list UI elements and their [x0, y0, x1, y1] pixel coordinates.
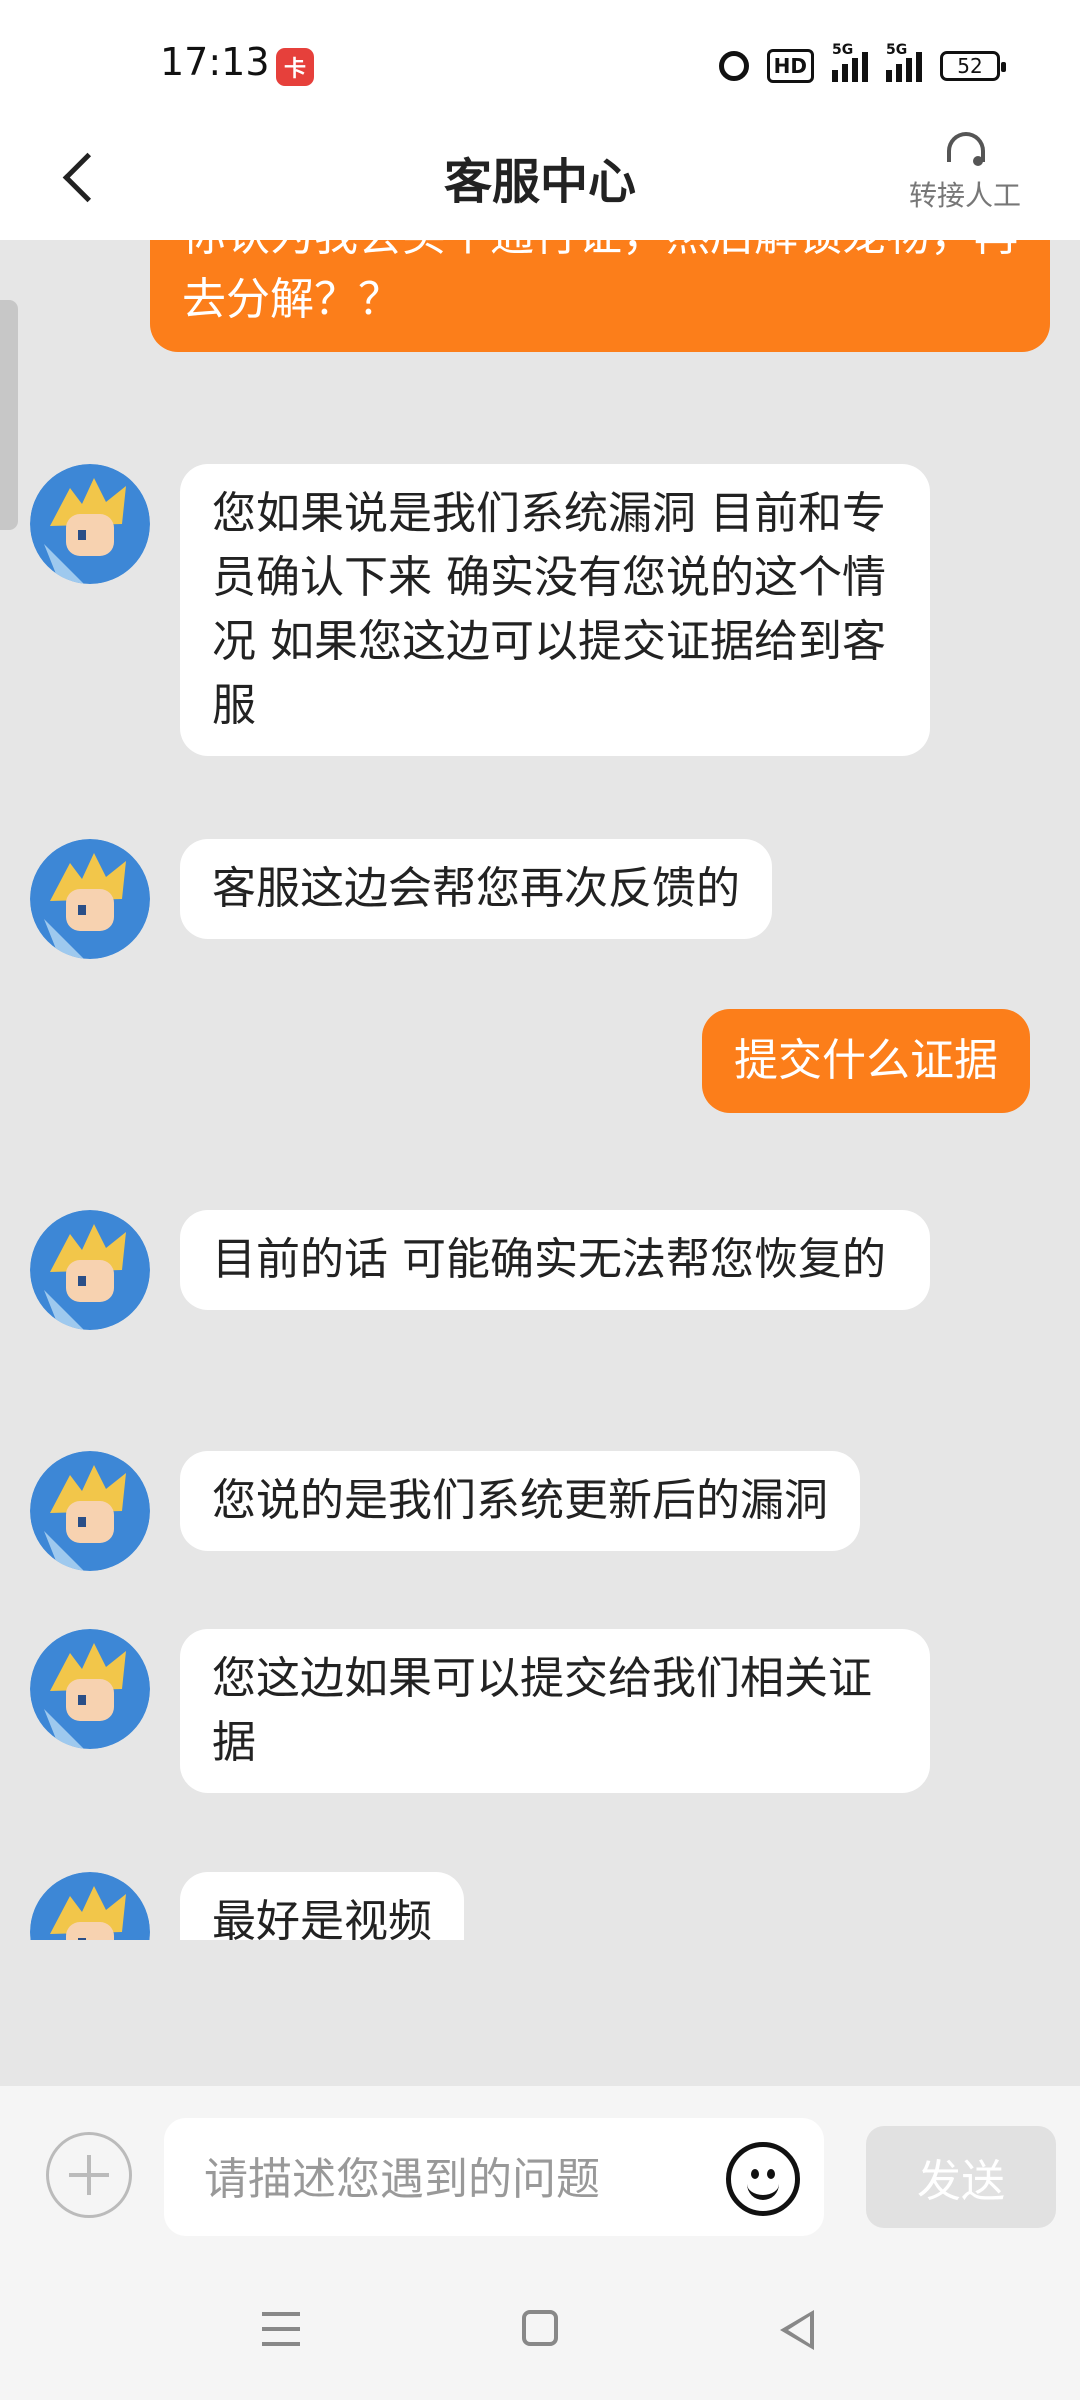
transfer-human-button[interactable]: 转接人工: [900, 128, 1030, 214]
user-message: 提交什么证据: [702, 1009, 1030, 1113]
transfer-label: 转接人工: [908, 179, 1021, 212]
agent-message: 客服这边会帮您再次反馈的: [180, 839, 772, 939]
send-button[interactable]: 发送: [866, 2126, 1056, 2228]
message-input[interactable]: [202, 2148, 726, 2210]
signal-icon: 5G: [886, 42, 922, 82]
header: 客服中心 转接人工: [0, 120, 1080, 240]
plus-icon[interactable]: [46, 2132, 132, 2218]
smiley-icon[interactable]: [726, 2142, 800, 2216]
agent-avatar: [30, 1210, 150, 1330]
agent-message: 您说的是我们系统更新后的漏洞: [180, 1451, 860, 1551]
app-notification-icon: 卡: [276, 48, 314, 86]
alarm-icon: [718, 51, 749, 81]
signal-icon: 5G: [832, 42, 868, 82]
status-time: 17:13: [160, 40, 270, 84]
user-message: 你认为我会买个通行证，然后解锁宠物，再去分解？？: [150, 240, 1050, 352]
headset-icon: [945, 128, 985, 168]
agent-avatar: [30, 464, 150, 584]
agent-avatar: [30, 1629, 150, 1749]
menu-icon[interactable]: [262, 2312, 300, 2346]
status-bar: 17:13 卡 HD 5G 5G 52: [0, 0, 1080, 120]
agent-avatar: [30, 1451, 150, 1571]
agent-message: 目前的话 可能确实无法帮您恢复的: [180, 1210, 930, 1310]
agent-avatar: [30, 1872, 150, 1940]
status-icons: HD 5G 5G 52: [718, 42, 1006, 88]
hd-badge: HD: [766, 49, 814, 83]
battery-icon: 52: [940, 51, 1006, 81]
input-bar: 发送: [0, 2086, 1080, 2260]
agent-message: 您如果说是我们系统漏洞 目前和专员确认下来 确实没有您说的这个情况 如果您这边可…: [180, 464, 930, 756]
back-triangle-icon[interactable]: [780, 2310, 814, 2350]
agent-message: 最好是视频: [180, 1872, 464, 1940]
scrollbar[interactable]: [0, 300, 18, 530]
agent-message: 您这边如果可以提交给我们相关证据: [180, 1629, 930, 1793]
home-icon[interactable]: [522, 2310, 558, 2346]
message-input-box[interactable]: [164, 2118, 824, 2236]
chat-area[interactable]: 你认为我会买个通行证，然后解锁宠物，再去分解？？ 您如果说是我们系统漏洞 目前和…: [0, 240, 1080, 1940]
agent-avatar: [30, 839, 150, 959]
system-nav-bar: [0, 2260, 1080, 2400]
